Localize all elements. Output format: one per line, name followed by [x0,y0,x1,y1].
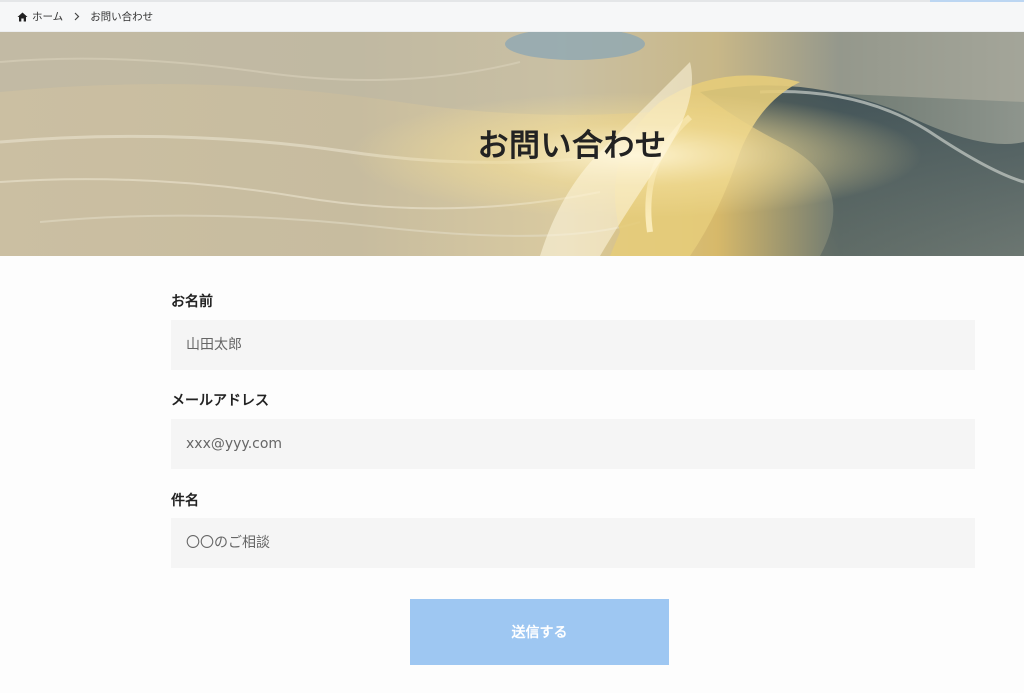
name-label: お名前 [171,294,213,310]
breadcrumb-home-link[interactable]: ホーム [17,9,63,24]
name-field[interactable] [171,320,975,370]
home-icon [17,12,28,22]
page-title: お問い合わせ [477,127,667,164]
breadcrumb: ホーム お問い合わせ [0,2,1024,32]
subject-field[interactable] [171,518,975,568]
hero-banner: お問い合わせ [0,32,1024,256]
subject-label: 件名 [171,493,199,509]
chevron-right-icon [74,12,80,21]
email-label: メールアドレス [171,393,269,409]
email-field[interactable] [171,419,975,469]
breadcrumb-home-label: ホーム [32,11,64,23]
breadcrumb-current: お問い合わせ [90,11,154,23]
submit-button[interactable]: 送信する [410,599,669,665]
